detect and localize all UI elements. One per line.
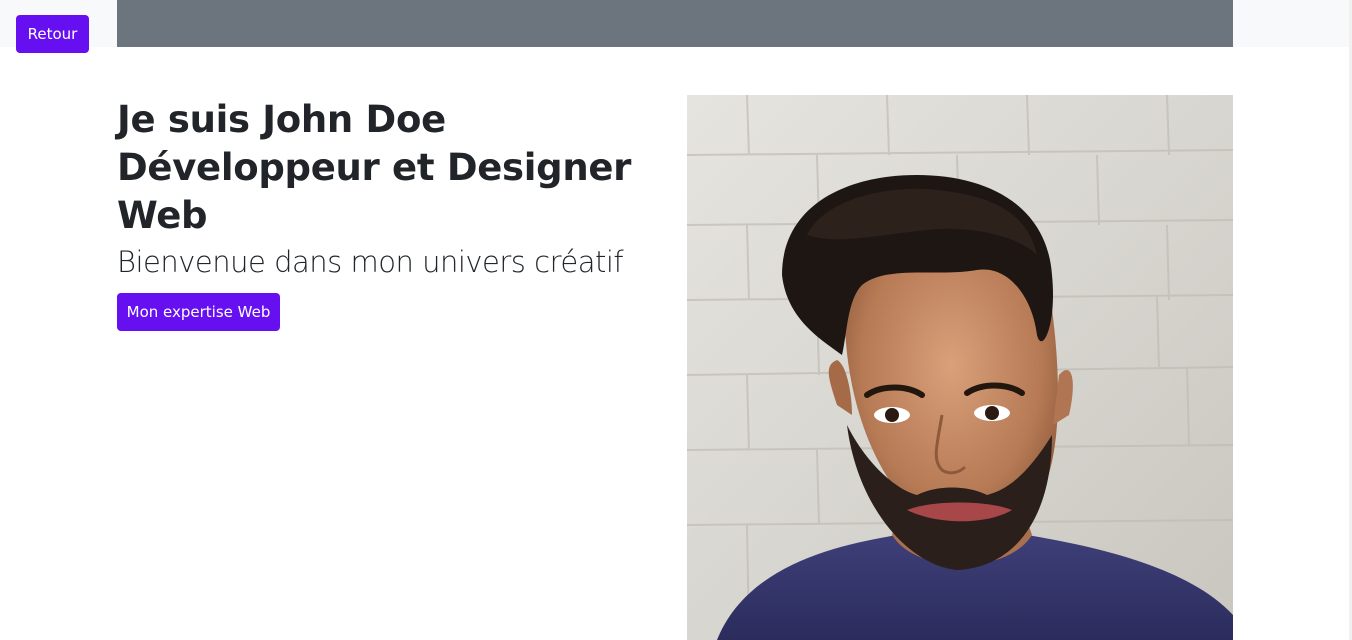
- hero-section: Je suis John Doe Développeur et Designer…: [117, 96, 657, 282]
- hero-title: Je suis John Doe Développeur et Designer…: [117, 96, 657, 240]
- back-button[interactable]: Retour: [16, 15, 89, 53]
- portrait-image: [687, 95, 1233, 640]
- expertise-button[interactable]: Mon expertise Web: [117, 293, 280, 331]
- header-banner: [117, 0, 1233, 47]
- portrait-photo: [687, 95, 1233, 640]
- hero-subtitle: Bienvenue dans mon univers créatif: [117, 245, 624, 279]
- hero-title-line1: Je suis John Doe: [117, 98, 446, 141]
- hero-title-line2: Développeur et Designer Web: [117, 146, 632, 237]
